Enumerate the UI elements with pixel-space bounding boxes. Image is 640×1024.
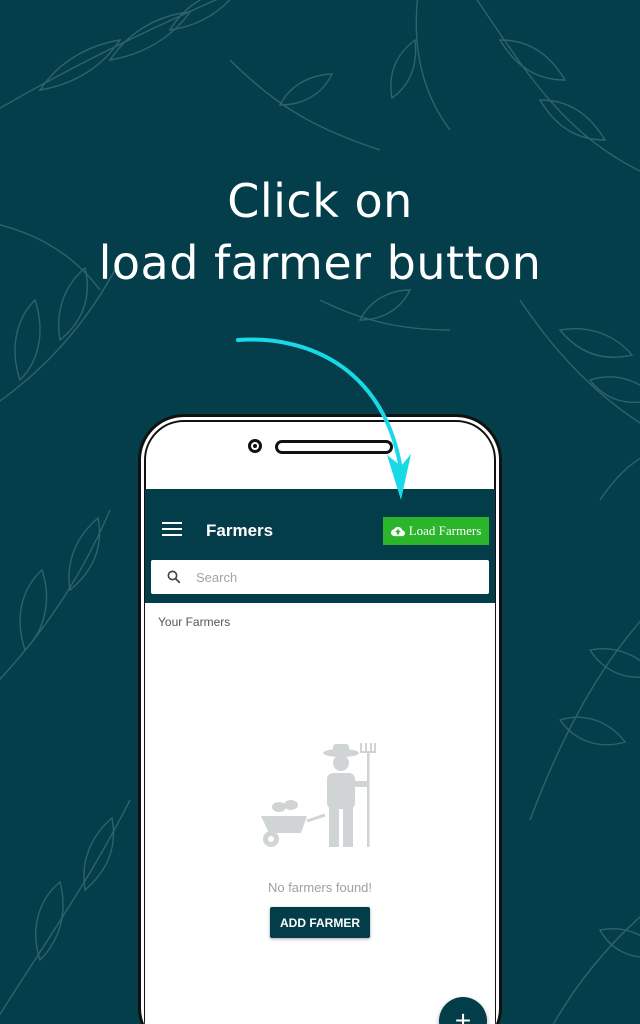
search-icon	[167, 570, 181, 584]
search-input[interactable]	[196, 569, 476, 585]
hamburger-menu-icon[interactable]	[162, 522, 182, 540]
headline-line-1: Click on	[227, 174, 413, 228]
empty-state-message: No farmers found!	[267, 880, 373, 895]
load-farmers-label: Load Farmers	[408, 523, 482, 538]
phone-speaker	[275, 440, 393, 454]
headline-line-2: load farmer button	[98, 236, 542, 290]
search-bar[interactable]	[151, 560, 489, 594]
plus-icon: +	[454, 1005, 472, 1024]
farmer-wheelbarrow-illustration	[261, 743, 376, 847]
load-farmers-button[interactable]: Load Farmers	[383, 517, 489, 545]
add-fab-button[interactable]: +	[439, 997, 487, 1024]
app-screen: Farmers Load Farmers Your Farmers	[145, 489, 495, 1024]
add-farmer-button[interactable]: ADD FARMER	[270, 907, 370, 938]
page-title: Farmers	[206, 521, 274, 540]
app-bar: Farmers Load Farmers	[145, 489, 495, 603]
instruction-headline: Click on load farmer button	[0, 170, 640, 294]
phone-camera	[248, 439, 262, 453]
section-label: Your Farmers	[158, 615, 231, 629]
cloud-upload-icon	[390, 526, 405, 536]
